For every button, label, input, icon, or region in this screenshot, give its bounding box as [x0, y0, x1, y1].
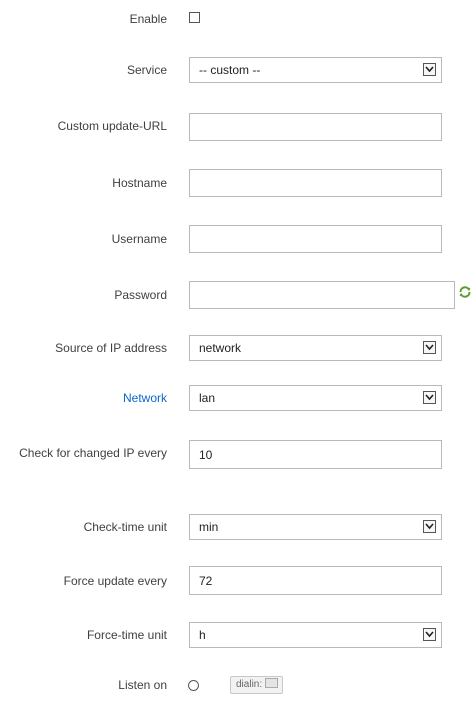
force-interval-label: Force update every: [63, 574, 167, 588]
enable-label: Enable: [129, 12, 167, 26]
check-unit-select-value: min: [199, 520, 219, 534]
listen-on-label: Listen on: [118, 678, 167, 692]
check-interval-input[interactable]: [189, 440, 442, 469]
service-select-value: -- custom --: [199, 63, 261, 77]
listen-on-radio[interactable]: [188, 680, 199, 691]
chevron-down-icon: [423, 63, 436, 76]
hostname-input[interactable]: [189, 169, 442, 197]
ip-source-select-value: network: [199, 341, 242, 355]
check-unit-select[interactable]: min: [189, 514, 442, 540]
enable-checkbox[interactable]: [189, 12, 200, 23]
chevron-down-icon: [423, 520, 436, 533]
ip-source-label: Source of IP address: [55, 341, 167, 355]
ip-source-select[interactable]: network: [189, 335, 442, 361]
force-interval-input[interactable]: [189, 566, 442, 595]
check-unit-label: Check-time unit: [83, 520, 167, 534]
network-interface-icon: [265, 678, 279, 689]
password-label: Password: [114, 288, 167, 302]
network-label[interactable]: Network: [7, 389, 167, 407]
service-select[interactable]: -- custom --: [189, 57, 442, 83]
custom-update-url-input[interactable]: [189, 113, 442, 141]
password-input[interactable]: [189, 281, 455, 309]
force-unit-select[interactable]: h: [189, 622, 442, 648]
interface-badge: dialin:: [230, 676, 284, 694]
network-select[interactable]: lan: [189, 385, 442, 411]
chevron-down-icon: [423, 628, 436, 641]
force-unit-select-value: h: [199, 628, 206, 642]
interface-name: dialin:: [236, 679, 263, 690]
check-interval-label: Check for changed IP every: [19, 446, 167, 460]
refresh-icon[interactable]: [458, 285, 472, 299]
chevron-down-icon: [423, 341, 436, 354]
username-input[interactable]: [189, 225, 442, 253]
custom-update-url-label: Custom update-URL: [57, 119, 167, 133]
service-label: Service: [126, 63, 167, 77]
username-label: Username: [111, 232, 167, 246]
network-select-value: lan: [199, 391, 216, 405]
force-unit-label: Force-time unit: [86, 628, 167, 642]
hostname-label: Hostname: [112, 176, 167, 190]
chevron-down-icon: [423, 391, 436, 404]
